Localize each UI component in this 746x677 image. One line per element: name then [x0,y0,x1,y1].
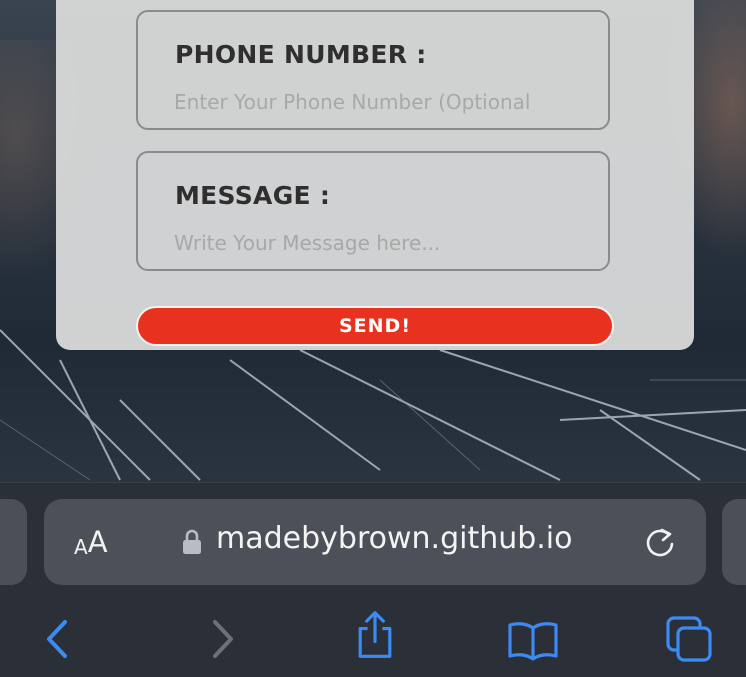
address-bar[interactable]: A A madebybrown.github.io [44,499,706,585]
phone-input[interactable] [174,90,594,114]
message-field-box[interactable]: MESSAGE : [136,151,610,271]
share-icon[interactable] [350,610,400,660]
reload-icon[interactable] [642,524,678,560]
previous-tab-preview[interactable] [0,499,27,585]
message-field-label: MESSAGE : [175,181,331,210]
chevron-right-icon[interactable] [196,614,246,664]
lock-icon [183,529,201,554]
phone-field-box[interactable]: PHONE NUMBER : [136,10,610,130]
next-tab-preview[interactable] [722,499,746,585]
chevron-left-icon[interactable] [34,614,84,664]
message-input[interactable] [174,231,594,255]
book-icon[interactable] [508,614,558,664]
text-size-small-letter: A [74,535,88,559]
toolbar-divider [0,482,746,483]
tabs-icon[interactable] [664,614,714,664]
text-size-large-letter: A [87,525,108,559]
contact-form-card: PHONE NUMBER : MESSAGE : SEND! [56,0,694,350]
text-size-button[interactable]: A A [74,525,108,559]
browser-toolbar: A A madebybrown.github.io [0,482,746,677]
url-text[interactable]: madebybrown.github.io [216,521,573,556]
phone-field-label: PHONE NUMBER : [175,40,427,69]
send-button[interactable]: SEND! [136,306,614,346]
